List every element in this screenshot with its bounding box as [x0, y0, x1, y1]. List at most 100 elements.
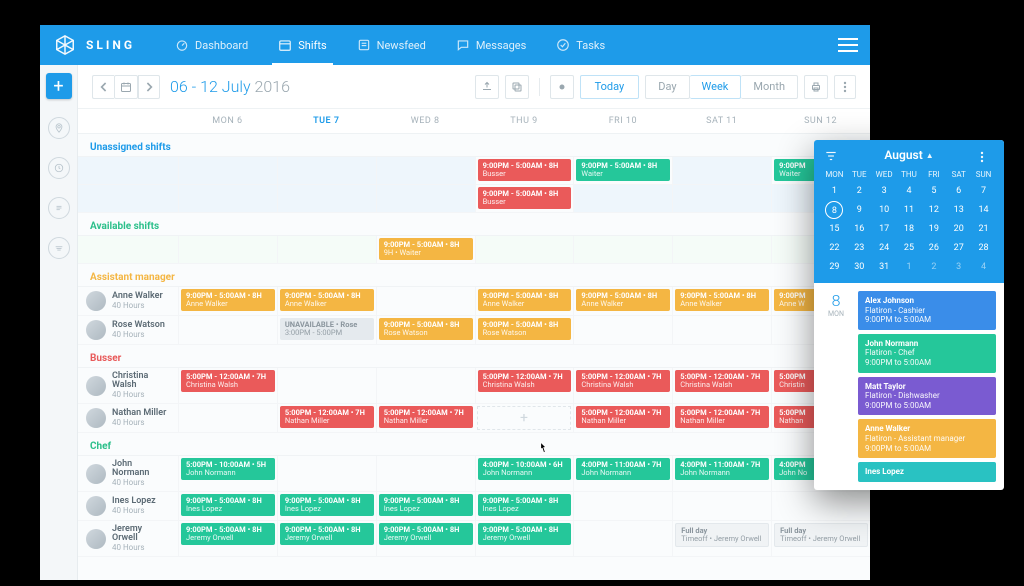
- shift-block[interactable]: 9:00PM - 5:00AM • 8HBusser: [478, 159, 572, 181]
- more-button[interactable]: [834, 75, 856, 99]
- cal-day[interactable]: 2: [847, 183, 872, 199]
- print-button[interactable]: [804, 75, 828, 99]
- cal-day[interactable]: 22: [822, 240, 847, 256]
- cal-day[interactable]: 28: [971, 240, 996, 256]
- day-col[interactable]: TUE 7: [277, 109, 376, 133]
- cal-day[interactable]: 18: [897, 221, 922, 237]
- shift-block[interactable]: 9:00PM - 5:00AM • 8HRose Watson: [379, 318, 473, 340]
- cal-day[interactable]: 16: [847, 221, 872, 237]
- shift-block[interactable]: 9:00PM - 5:00AM • 8HJeremy Orwell: [478, 523, 572, 545]
- shift-block[interactable]: 9:00PM - 5:00AM • 8HInes Lopez: [379, 494, 473, 516]
- empty-cell[interactable]: [672, 157, 771, 184]
- empty-cell[interactable]: [573, 185, 672, 212]
- cal-day[interactable]: 20: [946, 221, 971, 237]
- shift-block[interactable]: 9:00PM - 5:00AM • 8HAnne Walker: [280, 289, 374, 311]
- filter-icon[interactable]: [824, 148, 838, 162]
- cal-day[interactable]: 3: [946, 259, 971, 275]
- empty-cell[interactable]: [475, 236, 574, 263]
- shift-block[interactable]: 4:00PM - 11:00AM • 7HJohn Normann: [675, 458, 769, 480]
- cal-day[interactable]: 3: [872, 183, 897, 199]
- cal-day[interactable]: 1: [822, 183, 847, 199]
- cal-day[interactable]: 13: [946, 202, 971, 218]
- empty-cell[interactable]: [573, 316, 672, 344]
- employee-cell[interactable]: Nathan Miller40 Hours: [80, 406, 176, 430]
- prev-button[interactable]: [92, 75, 114, 99]
- add-shift-cell[interactable]: +: [477, 406, 572, 430]
- rail-nav-4-icon[interactable]: [48, 237, 70, 259]
- popover-entry[interactable]: Anne WalkerFlatiron - Assistant manager9…: [858, 419, 996, 458]
- day-col[interactable]: FRI 10: [573, 109, 672, 133]
- shift-block[interactable]: 9:00PM - 5:00AM • 8HAnne Walker: [576, 289, 670, 311]
- empty-cell[interactable]: [376, 456, 475, 491]
- empty-cell[interactable]: [277, 236, 376, 263]
- nav-newsfeed[interactable]: Newsfeed: [345, 25, 438, 65]
- shift-block[interactable]: 5:00PM - 12:00AM • 7HNathan Miller: [379, 406, 473, 428]
- popover-entry[interactable]: Ines Lopez: [858, 462, 996, 482]
- rail-nav-1-icon[interactable]: [48, 117, 70, 139]
- cal-day[interactable]: 31: [872, 259, 897, 275]
- cal-day[interactable]: 6: [946, 183, 971, 199]
- empty-cell[interactable]: [672, 492, 771, 520]
- shift-block[interactable]: 9:00PM - 5:00AM • 8HAnne Walker: [181, 289, 275, 311]
- seg-day[interactable]: Day: [645, 75, 689, 99]
- shift-block[interactable]: 9:00PM - 5:00AM • 8HInes Lopez: [478, 494, 572, 516]
- day-col[interactable]: MON 6: [178, 109, 277, 133]
- cal-day[interactable]: 14: [971, 202, 996, 218]
- calendar-button[interactable]: [114, 75, 138, 99]
- nav-shifts[interactable]: Shifts: [266, 25, 338, 65]
- menu-icon[interactable]: [838, 38, 858, 52]
- rail-nav-3-icon[interactable]: [48, 197, 70, 219]
- empty-cell[interactable]: [178, 236, 277, 263]
- cal-day[interactable]: 8: [825, 201, 843, 219]
- shift-block[interactable]: 4:00PM - 11:00AM • 7HJohn Normann: [576, 458, 670, 480]
- empty-cell[interactable]: [376, 185, 475, 212]
- shift-block[interactable]: 4:00PM - 10:00AM • 6HJohn Normann: [478, 458, 572, 480]
- shift-block[interactable]: 9:00PM - 5:00AM • 8H9H • Waiter: [379, 238, 473, 260]
- cal-day[interactable]: 10: [872, 202, 897, 218]
- shift-block[interactable]: 5:00PM - 12:00AM • 7HNathan Miller: [675, 406, 769, 428]
- shift-block[interactable]: 9:00PM - 5:00AM • 8HInes Lopez: [280, 494, 374, 516]
- popover-entry[interactable]: John NormannFlatiron - Chef9:00PM to 5:0…: [858, 334, 996, 373]
- nav-tasks[interactable]: Tasks: [544, 25, 617, 65]
- cal-day[interactable]: 4: [971, 259, 996, 275]
- cal-day[interactable]: 4: [897, 183, 922, 199]
- cal-day[interactable]: 25: [897, 240, 922, 256]
- nav-dashboard[interactable]: Dashboard: [163, 25, 260, 65]
- shift-block[interactable]: 5:00PM - 12:00AM • 7HChristina Walsh: [478, 370, 572, 392]
- shift-block[interactable]: 9:00PM - 5:00AM • 8HAnne Walker: [675, 289, 769, 311]
- employee-cell[interactable]: Ines Lopez40 Hours: [80, 494, 176, 518]
- shift-block[interactable]: 9:00PM - 5:00AM • 8HInes Lopez: [181, 494, 275, 516]
- export-button[interactable]: [475, 75, 499, 99]
- shift-block[interactable]: 5:00PM - 12:00AM • 7HNathan Miller: [280, 406, 374, 428]
- cal-day[interactable]: 5: [921, 183, 946, 199]
- empty-cell[interactable]: [376, 287, 475, 315]
- popover-month[interactable]: August ▲: [884, 148, 933, 162]
- add-button[interactable]: +: [46, 73, 72, 99]
- empty-cell[interactable]: [573, 521, 672, 556]
- day-col[interactable]: WED 8: [376, 109, 475, 133]
- popover-more-icon[interactable]: [980, 148, 994, 162]
- shift-block[interactable]: 9:00PM - 5:00AM • 8HBusser: [478, 187, 572, 209]
- empty-cell[interactable]: [771, 492, 870, 520]
- shift-block[interactable]: 9:00PM - 5:00AM • 8HJeremy Orwell: [181, 523, 275, 545]
- nav-messages[interactable]: Messages: [444, 25, 538, 65]
- shift-block[interactable]: Full dayTimeoff • Jeremy Orwell: [675, 523, 769, 547]
- empty-cell[interactable]: [178, 316, 277, 344]
- cal-day[interactable]: 12: [921, 202, 946, 218]
- next-button[interactable]: [138, 75, 160, 99]
- empty-cell[interactable]: [178, 157, 277, 184]
- shift-block[interactable]: 9:00PM - 5:00AM • 8HJeremy Orwell: [379, 523, 473, 545]
- today-button[interactable]: Today: [580, 75, 640, 99]
- day-col[interactable]: THU 9: [475, 109, 574, 133]
- day-col[interactable]: SAT 11: [672, 109, 771, 133]
- shift-block[interactable]: 9:00PM - 5:00AM • 8HRose Watson: [478, 318, 572, 340]
- schedule-grid[interactable]: Unassigned shifts9:00PM - 5:00AM • 8HBus…: [78, 134, 870, 580]
- popover-entry[interactable]: Alex JohnsonFlatiron - Cashier9:00PM to …: [858, 291, 996, 330]
- shift-block[interactable]: 9:00PM - 5:00AM • 8HAnne Walker: [478, 289, 572, 311]
- seg-month[interactable]: Month: [741, 75, 798, 99]
- empty-cell[interactable]: [376, 157, 475, 184]
- empty-cell[interactable]: [672, 236, 771, 263]
- shift-block[interactable]: 5:00PM - 12:00AM • 7HNathan Miller: [576, 406, 670, 428]
- day-col[interactable]: SUN 12: [771, 109, 870, 133]
- cal-day[interactable]: 17: [872, 221, 897, 237]
